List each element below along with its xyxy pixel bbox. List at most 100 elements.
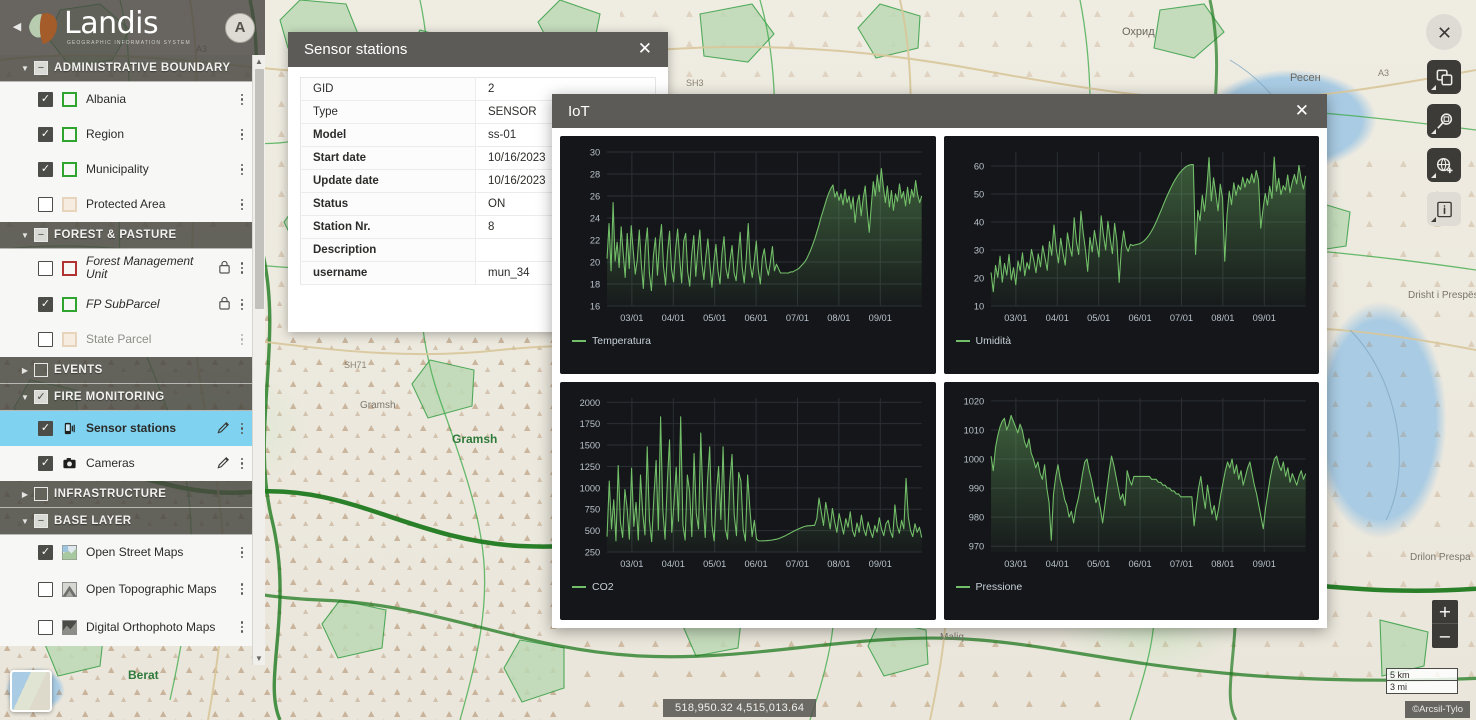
layer-options-kebab[interactable] — [236, 583, 252, 595]
chevron-right-icon[interactable]: ▶ — [18, 366, 32, 375]
scroll-down-icon[interactable]: ▼ — [255, 652, 263, 665]
zoom-out-button[interactable]: − — [1432, 624, 1458, 648]
chart-card-pressione[interactable]: 97098099010001010102003/0104/0105/0106/0… — [944, 382, 1320, 620]
group-checkbox[interactable] — [34, 487, 48, 501]
layer-options-kebab[interactable] — [236, 262, 252, 274]
layer-tree-scrollbar[interactable]: ▲ ▼ — [252, 55, 265, 665]
info-icon[interactable] — [1427, 192, 1461, 226]
layer-group-events[interactable]: ▶EVENTS — [0, 357, 252, 384]
layer-options-kebab[interactable] — [236, 621, 252, 633]
layer-item-label: Region — [86, 128, 236, 141]
close-icon[interactable]: ✕ — [634, 39, 656, 60]
layer-visibility-checkbox[interactable]: ✓ — [38, 162, 53, 177]
svg-text:1010: 1010 — [963, 424, 984, 435]
layer-options-kebab[interactable] — [236, 299, 252, 311]
edit-pencil-icon[interactable] — [216, 420, 234, 438]
layer-group-label: FOREST & PASTURE — [54, 229, 177, 241]
svg-text:06/01: 06/01 — [744, 558, 767, 569]
chart-legend[interactable]: CO2 — [566, 578, 930, 595]
chart-legend[interactable]: Pressione — [950, 578, 1314, 595]
svg-text:08/01: 08/01 — [827, 558, 850, 569]
layer-item-albania[interactable]: ✓Albania — [0, 82, 252, 117]
close-icon[interactable] — [1426, 14, 1462, 50]
tan-square-symbol — [62, 197, 77, 212]
layer-item-label: FP SubParcel — [86, 298, 218, 311]
layer-visibility-checkbox[interactable] — [38, 582, 53, 597]
layer-visibility-checkbox[interactable] — [38, 332, 53, 347]
group-collapse-checkbox[interactable]: − — [34, 514, 48, 528]
chart-legend[interactable]: Umidità — [950, 332, 1314, 349]
zoom-in-button[interactable]: + — [1432, 600, 1458, 624]
map-label: Drilon Prespa — [1410, 552, 1471, 563]
edit-pencil-icon[interactable] — [216, 455, 234, 473]
layer-item-state-parcel[interactable]: State Parcel — [0, 322, 252, 357]
group-checkbox[interactable] — [34, 363, 48, 377]
zoom-search-icon[interactable] — [1427, 104, 1461, 138]
group-checkbox[interactable]: ✓ — [34, 390, 48, 404]
svg-text:07/01: 07/01 — [786, 312, 809, 323]
layer-options-kebab[interactable] — [236, 94, 252, 106]
landis-logo-icon — [26, 9, 60, 47]
chevron-down-icon[interactable]: ▼ — [18, 393, 32, 402]
layer-item-digital-orthophoto-maps[interactable]: Digital Orthophoto Maps — [0, 608, 252, 646]
close-icon[interactable]: ✕ — [1291, 101, 1313, 122]
layer-item-region[interactable]: ✓ Region — [0, 117, 252, 152]
layer-item-forest-management-unit[interactable]: Forest Management Unit — [0, 249, 252, 287]
layer-item-protected-area[interactable]: Protected Area — [0, 187, 252, 222]
layer-group-forest-pasture[interactable]: ▼−FOREST & PASTURE — [0, 222, 252, 249]
layer-item-fp-subparcel[interactable]: ✓ FP SubParcel — [0, 287, 252, 322]
map-attribution: ©Arcsil-Tylo — [1405, 701, 1470, 718]
layer-visibility-checkbox[interactable]: ✓ — [38, 545, 53, 560]
layer-item-label: Cameras — [86, 457, 216, 470]
layer-group-infrastructure[interactable]: ▶INFRASTRUCTURE — [0, 481, 252, 508]
layer-visibility-checkbox[interactable]: ✓ — [38, 297, 53, 312]
chevron-down-icon[interactable]: ▼ — [18, 64, 32, 73]
layer-visibility-checkbox[interactable] — [38, 620, 53, 635]
group-collapse-checkbox[interactable]: − — [34, 228, 48, 242]
layer-visibility-checkbox[interactable]: ✓ — [38, 92, 53, 107]
green-square-symbol — [62, 92, 77, 107]
layer-options-kebab[interactable] — [236, 423, 252, 435]
minimap-overview[interactable] — [10, 670, 52, 712]
layer-options-kebab[interactable] — [236, 547, 252, 559]
layer-options-kebab[interactable] — [236, 458, 252, 470]
layer-visibility-checkbox[interactable]: ✓ — [38, 127, 53, 142]
svg-text:2000: 2000 — [580, 397, 601, 408]
avatar[interactable]: A — [225, 13, 255, 43]
chart-card-temperatura[interactable]: 161820222426283003/0104/0105/0106/0107/0… — [560, 136, 936, 374]
layer-item-label: Protected Area — [86, 198, 236, 211]
chart-card-umidità[interactable]: 10203040506003/0104/0105/0106/0107/0108/… — [944, 136, 1320, 374]
chart-legend[interactable]: Temperatura — [566, 332, 930, 349]
layer-options-kebab[interactable] — [236, 164, 252, 176]
chart-card-co2[interactable]: 2505007501000125015001750200003/0104/010… — [560, 382, 936, 620]
svg-text:05/01: 05/01 — [1087, 558, 1110, 569]
layer-options-kebab[interactable] — [236, 334, 252, 346]
layer-options-kebab[interactable] — [236, 129, 252, 141]
layers-copy-icon[interactable] — [1427, 60, 1461, 94]
sidebar-collapse-icon[interactable]: ◀ — [10, 22, 24, 33]
layer-group-administrative-boundary[interactable]: ▼−ADMINISTRATIVE BOUNDARY — [0, 55, 252, 82]
zoom-controls: + − — [1432, 600, 1458, 648]
layer-item-municipality[interactable]: ✓Municipality — [0, 152, 252, 187]
chevron-right-icon[interactable]: ▶ — [18, 490, 32, 499]
layer-item-open-street-maps[interactable]: ✓Open Street Maps — [0, 535, 252, 570]
svg-text:30: 30 — [973, 244, 983, 255]
layer-visibility-checkbox[interactable]: ✓ — [38, 421, 53, 436]
layer-options-kebab[interactable] — [236, 199, 252, 211]
legend-color-swatch — [956, 586, 970, 589]
group-collapse-checkbox[interactable]: − — [34, 61, 48, 75]
chevron-down-icon[interactable]: ▼ — [18, 517, 32, 526]
globe-add-icon[interactable] — [1427, 148, 1461, 182]
layer-item-open-topographic-maps[interactable]: Open Topographic Maps — [0, 570, 252, 608]
scrollbar-thumb[interactable] — [255, 69, 264, 309]
chevron-down-icon[interactable]: ▼ — [18, 231, 32, 240]
layer-visibility-checkbox[interactable] — [38, 261, 53, 276]
layer-item-sensor-stations[interactable]: ✓Sensor stations — [0, 411, 252, 446]
scroll-up-icon[interactable]: ▲ — [255, 55, 263, 68]
layer-item-cameras[interactable]: ✓ Cameras — [0, 446, 252, 481]
layer-group-base-layer[interactable]: ▼−BASE LAYER — [0, 508, 252, 535]
layer-visibility-checkbox[interactable]: ✓ — [38, 456, 53, 471]
layer-visibility-checkbox[interactable] — [38, 197, 53, 212]
layer-group-label: BASE LAYER — [54, 515, 132, 527]
layer-group-fire-monitoring[interactable]: ▼✓FIRE MONITORING — [0, 384, 252, 411]
